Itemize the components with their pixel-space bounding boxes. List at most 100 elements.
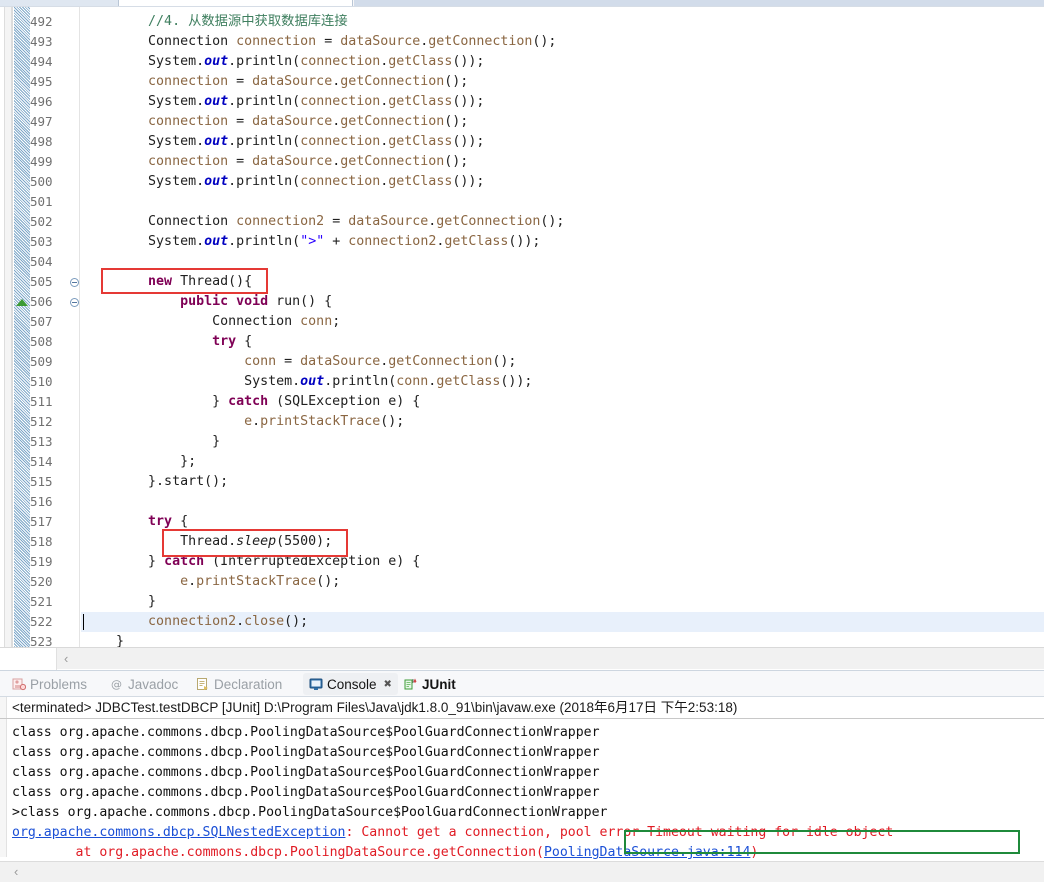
editor-tab-strip-right <box>354 0 1044 6</box>
code-line[interactable] <box>81 192 1044 212</box>
editor-tab-active[interactable] <box>118 0 353 6</box>
tab-problems[interactable]: Problems <box>6 673 93 695</box>
code-line[interactable]: } <box>81 432 1044 452</box>
console-text: >class org.apache.commons.dbcp.PoolingDa… <box>12 805 608 820</box>
console-horizontal-scrollbar[interactable]: ‹ <box>0 861 1044 882</box>
code-token: ">" <box>300 234 325 249</box>
code-token: Connection <box>148 34 229 49</box>
line-number: 509 <box>30 354 53 369</box>
code-line[interactable]: System.out.println(connection.getClass()… <box>81 132 1044 152</box>
new-thread-highlight <box>101 268 268 294</box>
line-number: 520 <box>30 574 53 589</box>
code-line[interactable]: conn = dataSource.getConnection(); <box>81 352 1044 372</box>
line-number: 517 <box>30 514 53 529</box>
code-token: connection2 <box>236 214 325 229</box>
code-line[interactable]: connection = dataSource.getConnection(); <box>81 112 1044 132</box>
code-token: out <box>204 54 229 69</box>
line-number: 507 <box>30 314 53 329</box>
code-line[interactable]: System.out.println(connection.getClass()… <box>81 172 1044 192</box>
code-line[interactable]: connection2.close(); <box>81 612 1044 632</box>
override-indicator-icon <box>16 299 28 306</box>
view-tab-bar[interactable]: Problems @ Javadoc Declaration Console ✖ JUnit <box>0 671 1044 697</box>
console-scroll-left-arrow-icon[interactable]: ‹ <box>14 865 18 879</box>
java-source-editor[interactable]: 492 493 494 495 496 497 498 499 500 501 502 503 504 5… <box>0 7 1044 647</box>
code-line[interactable]: System.out.println(connection.getClass()… <box>81 52 1044 72</box>
code-token: connection <box>148 154 229 169</box>
code-token: e <box>244 414 253 429</box>
code-token: (); <box>316 574 341 589</box>
code-line[interactable]: }.start(); <box>81 472 1044 492</box>
code-line[interactable]: e.printStackTrace(); <box>81 572 1044 592</box>
code-token: ()); <box>452 54 485 69</box>
code-line[interactable]: try { <box>81 332 1044 352</box>
editor-marker-bar[interactable] <box>0 7 13 647</box>
code-line[interactable]: connection = dataSource.getConnection(); <box>81 72 1044 92</box>
code-line[interactable]: Connection connection = dataSource.getCo… <box>81 32 1044 52</box>
code-line[interactable]: //4. 从数据源中获取数据库连接 <box>81 12 1044 32</box>
fold-collapse-icon[interactable] <box>70 278 79 287</box>
code-token: . <box>292 374 301 389</box>
fold-collapse-icon[interactable] <box>70 298 79 307</box>
code-line[interactable]: } <box>81 592 1044 612</box>
code-token: conn <box>300 314 333 329</box>
code-line[interactable]: connection = dataSource.getConnection(); <box>81 152 1044 172</box>
editor-tab-strip <box>0 0 1044 7</box>
line-number: 523 <box>30 634 53 647</box>
code-line[interactable]: } <box>81 632 1044 647</box>
code-line[interactable]: System.out.println(conn.getClass()); <box>81 372 1044 392</box>
code-token: .println( <box>228 234 301 249</box>
code-line[interactable] <box>81 492 1044 512</box>
code-token: = <box>324 214 349 229</box>
code-token: }.start(); <box>148 474 229 489</box>
line-number: 496 <box>30 94 53 109</box>
close-icon[interactable]: ✖ <box>384 679 392 690</box>
console-text: at org.apache.commons.dbcp.PoolingDataSo… <box>12 845 544 860</box>
code-token: + <box>324 234 349 249</box>
stacktrace-link[interactable]: org.apache.commons.dbcp.SQLNestedExcepti… <box>12 825 345 840</box>
line-number: 503 <box>30 234 53 249</box>
tab-junit[interactable]: JUnit <box>398 673 462 695</box>
code-token: e <box>180 574 189 589</box>
code-token: out <box>300 374 325 389</box>
code-line[interactable]: }; <box>81 452 1044 472</box>
console-output-line: >class org.apache.commons.dbcp.PoolingDa… <box>12 803 607 823</box>
code-token: (); <box>380 414 405 429</box>
scroll-left-arrow-icon[interactable]: ‹ <box>64 652 68 665</box>
code-token: = <box>228 114 253 129</box>
line-number: 514 <box>30 454 53 469</box>
code-line[interactable]: e.printStackTrace(); <box>81 412 1044 432</box>
code-token: conn <box>244 354 277 369</box>
code-folding-column[interactable] <box>68 7 80 647</box>
code-token: dataSource <box>252 114 333 129</box>
code-token: ()); <box>500 374 533 389</box>
tab-declaration[interactable]: Declaration <box>190 673 288 695</box>
editor-horizontal-scrollbar[interactable]: ‹ <box>0 647 1044 670</box>
code-line[interactable]: Connection connection2 = dataSource.getC… <box>81 212 1044 232</box>
code-token: connection2 <box>348 234 437 249</box>
line-number: 499 <box>30 154 53 169</box>
console-output-line: class org.apache.commons.dbcp.PoolingDat… <box>12 763 600 783</box>
code-line[interactable]: Connection conn; <box>81 312 1044 332</box>
code-token: connection <box>300 174 381 189</box>
line-number: 516 <box>30 494 53 509</box>
code-token: ()); <box>508 234 541 249</box>
code-line[interactable]: System.out.println(connection.getClass()… <box>81 92 1044 112</box>
console-output-area[interactable]: <terminated> JDBCTest.testDBCP [JUnit] D… <box>0 697 1044 882</box>
code-token: dataSource <box>252 74 333 89</box>
code-token: .println( <box>228 134 301 149</box>
tab-console[interactable]: Console ✖ <box>303 673 398 695</box>
code-token: Connection <box>212 314 293 329</box>
code-line[interactable]: } catch (SQLException e) { <box>81 392 1044 412</box>
console-left-margin <box>0 697 7 857</box>
code-line[interactable]: System.out.println(">" + connection2.get… <box>81 232 1044 252</box>
console-icon <box>309 677 323 691</box>
code-token: (SQLException e) { <box>268 394 421 409</box>
line-number: 518 <box>30 534 53 549</box>
tab-javadoc[interactable]: @ Javadoc <box>104 673 184 695</box>
code-line[interactable]: public void run() { <box>81 292 1044 312</box>
code-token: System <box>148 134 197 149</box>
